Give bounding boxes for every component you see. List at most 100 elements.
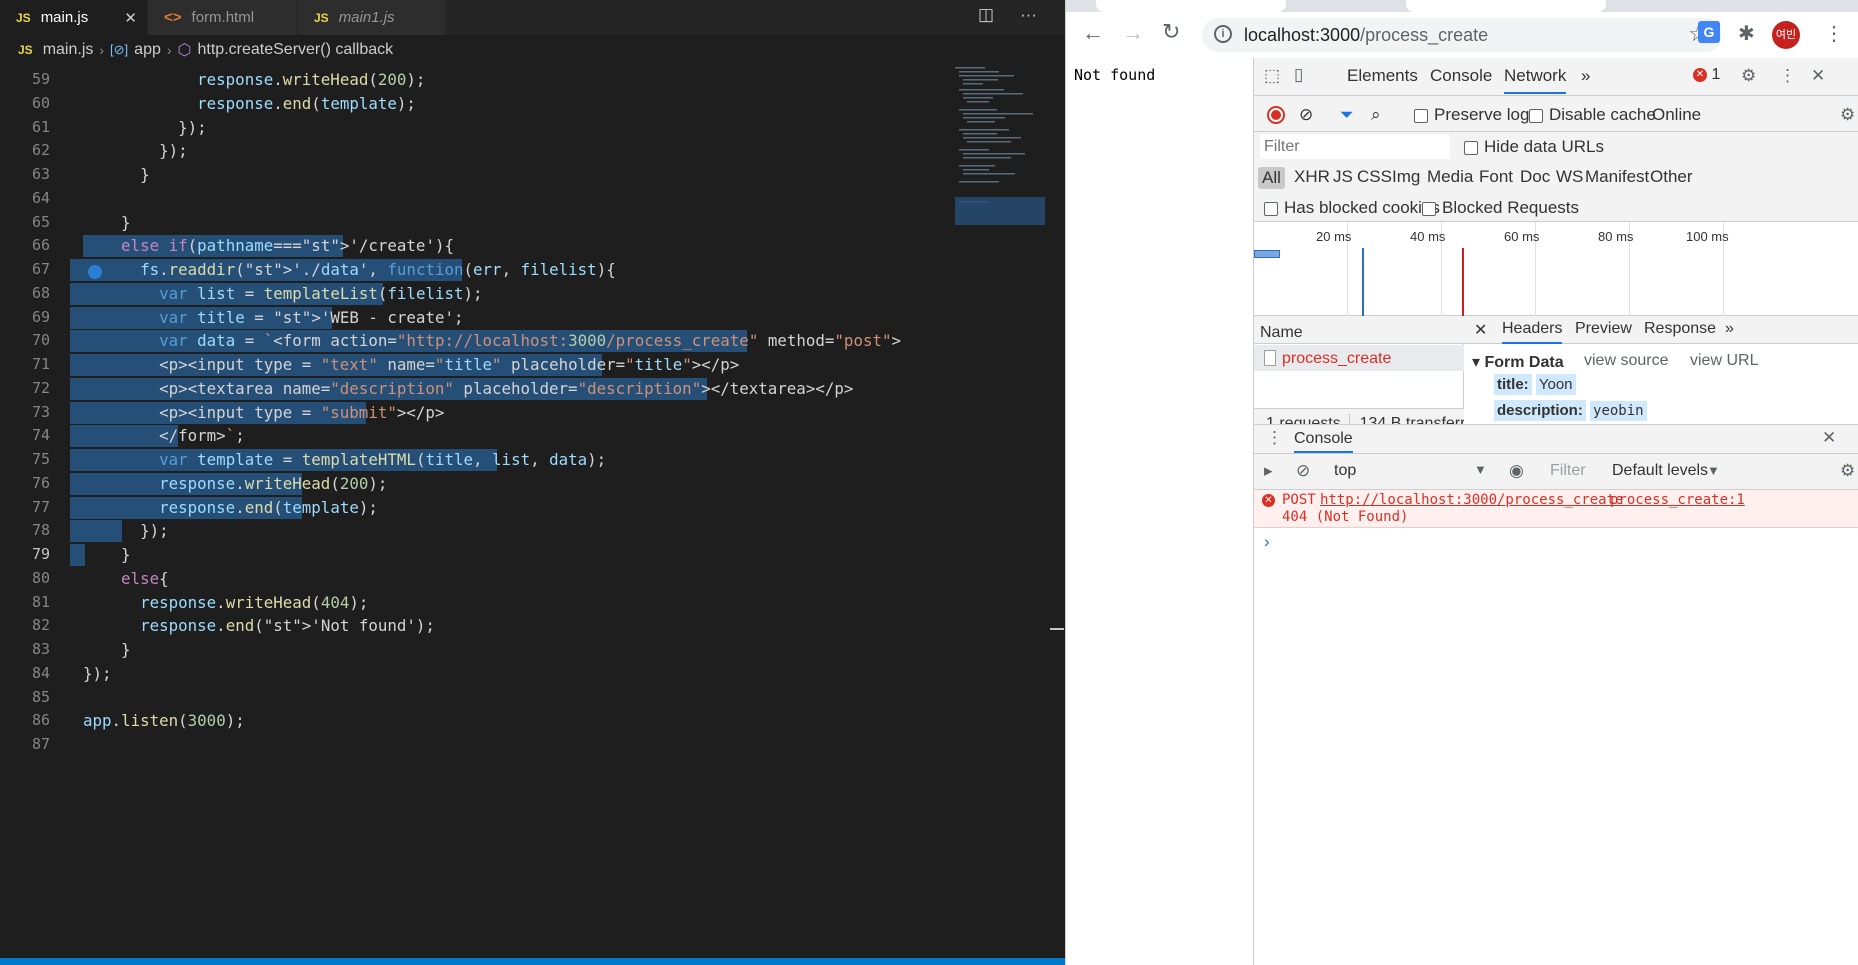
- type-all[interactable]: All: [1258, 167, 1285, 189]
- type-css[interactable]: CSS: [1357, 167, 1392, 187]
- tab-preview[interactable]: Preview: [1575, 320, 1632, 338]
- code-line[interactable]: app.listen(3000);: [83, 709, 983, 733]
- code-line[interactable]: response.writeHead(200);: [70, 472, 983, 496]
- eye-icon[interactable]: ◉: [1509, 461, 1524, 481]
- breadcrumb-callback[interactable]: http.createServer() callback: [198, 41, 394, 59]
- code-line[interactable]: response.writeHead(404);: [83, 591, 983, 615]
- code-line[interactable]: <p><textarea name="description" placehol…: [70, 377, 983, 401]
- type-ws[interactable]: WS: [1556, 167, 1583, 187]
- code-line[interactable]: var template = templateHTML(title, list,…: [70, 448, 983, 472]
- type-font[interactable]: Font: [1479, 167, 1513, 187]
- tab-main-js[interactable]: JS main.js ✕: [0, 0, 148, 35]
- network-timeline[interactable]: 20 ms 40 ms 60 ms 80 ms 100 ms: [1254, 222, 1858, 316]
- browser-tab[interactable]: [1096, 0, 1286, 12]
- type-other[interactable]: Other: [1650, 167, 1693, 187]
- info-icon[interactable]: i: [1214, 25, 1232, 43]
- type-xhr[interactable]: XHR: [1294, 167, 1330, 187]
- code-line[interactable]: [83, 686, 983, 710]
- filter-input[interactable]: [1260, 135, 1450, 159]
- back-icon[interactable]: ←: [1082, 20, 1104, 46]
- code-line[interactable]: response.end(template);: [70, 496, 983, 520]
- reload-icon[interactable]: ↻: [1162, 19, 1180, 45]
- breadcrumb-symbol[interactable]: app: [134, 41, 161, 59]
- code-line[interactable]: <p><input type = "submit"></p>: [70, 401, 983, 425]
- type-manifest[interactable]: Manifest: [1585, 167, 1649, 187]
- throttling-select[interactable]: Online: [1652, 105, 1701, 125]
- tab-console[interactable]: Console: [1430, 66, 1492, 86]
- view-source-link[interactable]: view source: [1584, 352, 1668, 370]
- form-data-section[interactable]: ▾ Form Data view source view URL: [1472, 352, 1758, 372]
- code-line[interactable]: }: [83, 638, 983, 662]
- tab-response[interactable]: Response: [1644, 320, 1716, 338]
- code-line[interactable]: else{: [83, 567, 983, 591]
- console-filter-input[interactable]: Filter: [1550, 462, 1586, 480]
- close-icon[interactable]: ✕: [1474, 320, 1487, 340]
- breadcrumb-file[interactable]: main.js: [43, 41, 94, 59]
- hide-data-urls-checkbox[interactable]: Hide data URLs: [1464, 137, 1604, 157]
- chevron-down-icon[interactable]: ▼: [1474, 462, 1487, 477]
- close-icon[interactable]: ✕: [1822, 428, 1836, 448]
- disable-cache-checkbox[interactable]: Disable cache: [1529, 105, 1656, 125]
- code-line[interactable]: response.end("st">'Not found');: [83, 614, 983, 638]
- code-line[interactable]: }: [70, 543, 983, 567]
- url-text[interactable]: localhost:3000/process_create: [1244, 25, 1488, 46]
- checkbox[interactable]: [1529, 108, 1543, 123]
- forward-icon[interactable]: →: [1122, 20, 1144, 46]
- code-line[interactable]: });: [83, 662, 983, 686]
- view-url-link[interactable]: view URL: [1690, 352, 1758, 370]
- google-translate-icon[interactable]: G: [1698, 21, 1720, 43]
- tab-main1-js[interactable]: JS main1.js: [298, 0, 446, 35]
- search-icon[interactable]: ⌕: [1371, 105, 1381, 125]
- more-menu-icon[interactable]: ⋮: [1779, 66, 1796, 86]
- code-line[interactable]: else if(pathname==="st">'/create'){: [83, 234, 983, 258]
- type-doc[interactable]: Doc: [1520, 167, 1550, 187]
- code-line[interactable]: [83, 187, 983, 211]
- error-count-badge[interactable]: ✕ 1: [1693, 66, 1720, 84]
- request-row[interactable]: process_create: [1254, 345, 1464, 371]
- drawer-menu-icon[interactable]: ⋮: [1266, 428, 1283, 448]
- log-levels-select[interactable]: Default levels: [1612, 462, 1708, 480]
- preserve-log-checkbox[interactable]: Preserve log: [1414, 105, 1529, 125]
- more-tabs-icon[interactable]: »: [1581, 66, 1590, 86]
- inspect-element-icon[interactable]: ⬚: [1264, 66, 1280, 86]
- code-line[interactable]: var data = `<form action="http://localho…: [70, 329, 983, 353]
- code-line[interactable]: });: [70, 519, 983, 543]
- tab-elements[interactable]: Elements: [1347, 66, 1418, 86]
- checkbox[interactable]: [1422, 201, 1436, 216]
- chevron-down-icon[interactable]: ▼: [1707, 463, 1720, 478]
- code-line[interactable]: });: [83, 116, 983, 140]
- code-line[interactable]: </form>`;: [70, 424, 983, 448]
- lightbulb-icon[interactable]: [88, 265, 102, 279]
- code-line[interactable]: var title = "st">'WEB - create';: [70, 306, 983, 330]
- tab-console-drawer[interactable]: Console: [1294, 430, 1353, 453]
- has-blocked-cookies-checkbox[interactable]: Has blocked cookies: [1264, 198, 1440, 218]
- code-line[interactable]: response.writeHead(200);: [83, 68, 983, 92]
- clear-console-icon[interactable]: ⊘: [1296, 461, 1310, 481]
- code-line[interactable]: }: [83, 163, 983, 187]
- code-area[interactable]: response.writeHead(200); response.end(te…: [70, 68, 983, 757]
- more-menu-icon[interactable]: ⋮: [1824, 21, 1844, 46]
- code-line[interactable]: });: [83, 139, 983, 163]
- gear-icon[interactable]: ⚙: [1741, 66, 1756, 86]
- close-icon[interactable]: ✕: [1811, 66, 1825, 86]
- clear-icon[interactable]: ⊘: [1299, 105, 1313, 125]
- name-column-header[interactable]: Name: [1254, 316, 1464, 344]
- gear-icon[interactable]: ⚙: [1840, 105, 1855, 125]
- device-toolbar-icon[interactable]: ▯: [1294, 65, 1303, 85]
- tab-network[interactable]: Network: [1504, 66, 1567, 94]
- close-icon[interactable]: ✕: [124, 9, 137, 27]
- more-actions-icon[interactable]: ···: [1020, 5, 1037, 25]
- checkbox[interactable]: [1264, 201, 1278, 216]
- tab-headers[interactable]: Headers: [1502, 320, 1563, 344]
- more-tabs-icon[interactable]: »: [1725, 320, 1734, 338]
- type-media[interactable]: Media: [1427, 167, 1473, 187]
- gear-icon[interactable]: ⚙: [1840, 461, 1855, 481]
- code-line[interactable]: fs.readdir("st">'./data', function(err, …: [70, 258, 983, 282]
- context-select[interactable]: top: [1334, 462, 1356, 480]
- error-source-link[interactable]: process_create:1: [1610, 492, 1745, 508]
- split-editor-icon[interactable]: ◫: [978, 5, 994, 25]
- type-img[interactable]: Img: [1392, 167, 1420, 187]
- record-icon[interactable]: [1267, 106, 1285, 124]
- code-line[interactable]: response.end(template);: [83, 92, 983, 116]
- blocked-requests-checkbox[interactable]: Blocked Requests: [1422, 198, 1579, 218]
